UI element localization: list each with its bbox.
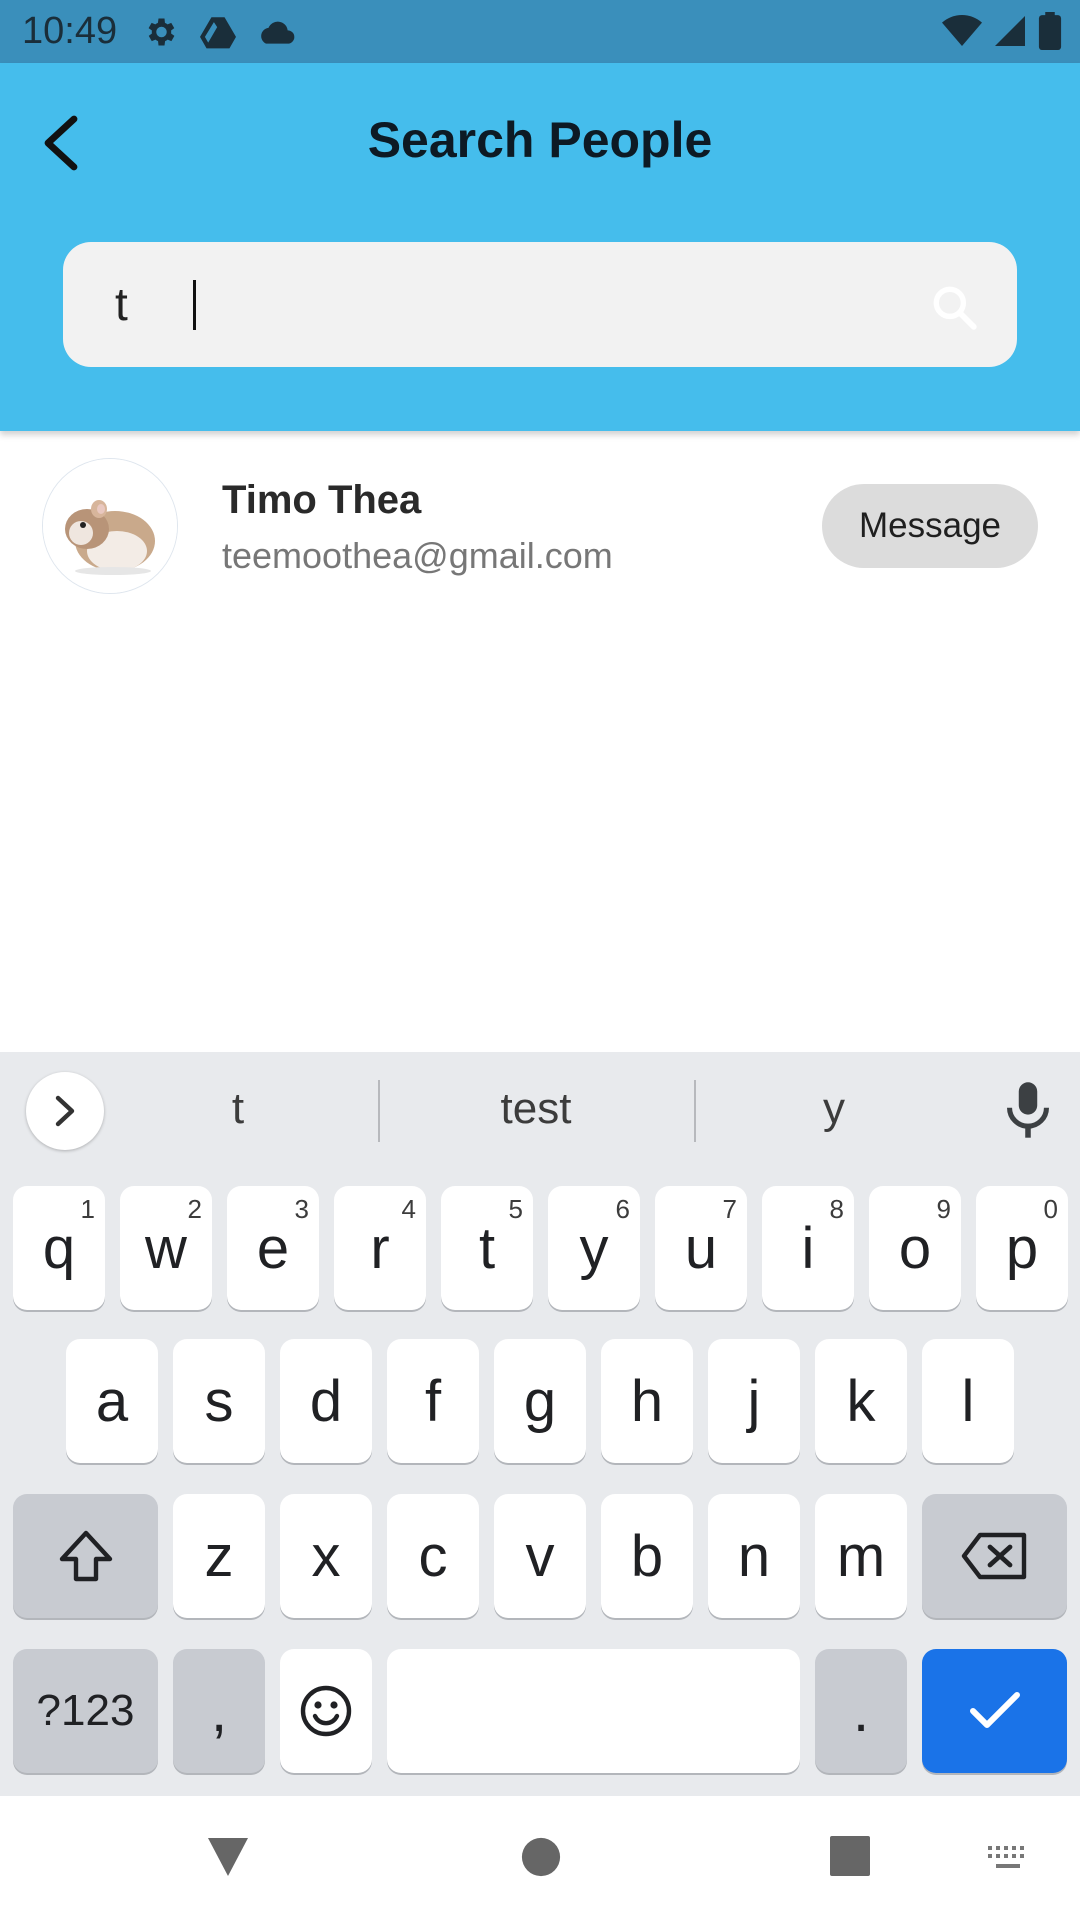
search-icon[interactable] (929, 282, 979, 332)
key-y[interactable]: y6 (548, 1186, 640, 1310)
status-time: 10:49 (22, 10, 118, 52)
key-label: r (370, 1215, 390, 1281)
shift-key[interactable] (13, 1494, 158, 1618)
backspace-icon (961, 1532, 1026, 1580)
search-box[interactable] (63, 242, 1017, 367)
cellular-signal-icon (995, 16, 1025, 46)
key-label: u (684, 1215, 718, 1281)
key-label: e (256, 1215, 290, 1281)
key-j[interactable]: j (708, 1339, 800, 1463)
key-u[interactable]: u7 (655, 1186, 747, 1310)
key-x[interactable]: x (280, 1494, 372, 1618)
back-triangle-icon[interactable] (206, 1836, 250, 1878)
recents-square-icon[interactable] (830, 1836, 870, 1876)
keyboard: t test y q1 w2 e3 r4 t5 y6 u7 i8 o9 p0 a… (0, 1052, 1080, 1796)
wifi-icon (942, 15, 982, 46)
checkmark-icon (969, 1692, 1020, 1728)
chevron-right-icon (55, 1095, 75, 1127)
key-n[interactable]: n (708, 1494, 800, 1618)
key-r[interactable]: r4 (334, 1186, 426, 1310)
key-g[interactable]: g (494, 1339, 586, 1463)
system-nav-bar (0, 1796, 1080, 1920)
symbols-key[interactable]: ?123 (13, 1649, 158, 1773)
key-label: i (801, 1215, 815, 1281)
app-bar: Search People (0, 63, 1080, 431)
home-circle-icon[interactable] (520, 1836, 562, 1878)
key-m[interactable]: m (815, 1494, 907, 1618)
page-title: Search People (367, 112, 713, 168)
key-label: w (145, 1215, 187, 1281)
key-hint: 5 (508, 1194, 523, 1224)
backspace-key[interactable] (922, 1494, 1067, 1618)
key-l[interactable]: l (922, 1339, 1014, 1463)
keyboard-expand-button[interactable] (26, 1072, 104, 1150)
microphone-icon[interactable] (1000, 1080, 1056, 1140)
suggestion-divider (378, 1080, 380, 1142)
key-hint: 7 (722, 1194, 737, 1224)
key-hint: 9 (936, 1194, 951, 1224)
key-i[interactable]: i8 (762, 1186, 854, 1310)
status-indicators (942, 12, 1062, 50)
key-hint: 2 (187, 1194, 202, 1224)
key-hint: 8 (829, 1194, 844, 1224)
key-t[interactable]: t5 (441, 1186, 533, 1310)
message-button[interactable]: Message (822, 484, 1038, 568)
search-input[interactable] (115, 272, 895, 336)
space-key[interactable] (387, 1649, 800, 1773)
suggestion-item[interactable]: t (138, 1084, 338, 1134)
key-s[interactable]: s (173, 1339, 265, 1463)
key-e[interactable]: e3 (227, 1186, 319, 1310)
emoji-smiley-icon (300, 1685, 352, 1737)
keyboard-switch-icon[interactable] (986, 1844, 1030, 1874)
suggestion-item[interactable]: test (436, 1084, 636, 1134)
key-hint: 4 (401, 1194, 416, 1224)
battery-icon (1038, 12, 1062, 50)
cloud-icon (261, 21, 295, 44)
key-c[interactable]: c (387, 1494, 479, 1618)
key-z[interactable]: z (173, 1494, 265, 1618)
key-label: q (42, 1215, 76, 1281)
key-a[interactable]: a (66, 1339, 158, 1463)
key-label: o (898, 1215, 932, 1281)
key-label: p (1005, 1215, 1039, 1281)
comma-key[interactable]: , (173, 1649, 265, 1773)
key-d[interactable]: d (280, 1339, 372, 1463)
suggestion-bar: t test y (0, 1052, 1080, 1168)
done-key[interactable] (922, 1649, 1067, 1773)
key-label: y (579, 1215, 609, 1281)
text-caret (193, 280, 196, 330)
emoji-key[interactable] (280, 1649, 372, 1773)
avatar[interactable] (42, 458, 178, 594)
key-o[interactable]: o9 (869, 1186, 961, 1310)
key-hint: 1 (80, 1194, 95, 1224)
period-key[interactable]: . (815, 1649, 907, 1773)
key-b[interactable]: b (601, 1494, 693, 1618)
result-row[interactable]: Timo Thea teemoothea@gmail.com Message (0, 440, 1080, 610)
suggestion-divider (694, 1080, 696, 1142)
drive-icon (200, 17, 236, 49)
key-w[interactable]: w2 (120, 1186, 212, 1310)
status-bar: 10:49 (0, 0, 1080, 63)
key-f[interactable]: f (387, 1339, 479, 1463)
key-h[interactable]: h (601, 1339, 693, 1463)
user-email: teemoothea@gmail.com (222, 535, 613, 576)
key-label: t (478, 1215, 496, 1281)
key-hint: 3 (294, 1194, 309, 1224)
key-p[interactable]: p0 (976, 1186, 1068, 1310)
key-v[interactable]: v (494, 1494, 586, 1618)
key-q[interactable]: q1 (13, 1186, 105, 1310)
shift-arrow-icon (59, 1530, 112, 1582)
suggestion-item[interactable]: y (734, 1084, 934, 1134)
key-k[interactable]: k (815, 1339, 907, 1463)
hamster-avatar-image (43, 459, 177, 593)
key-hint: 0 (1043, 1194, 1058, 1224)
key-hint: 6 (615, 1194, 630, 1224)
settings-gear-icon (148, 18, 175, 46)
user-name: Timo Thea (222, 478, 422, 522)
